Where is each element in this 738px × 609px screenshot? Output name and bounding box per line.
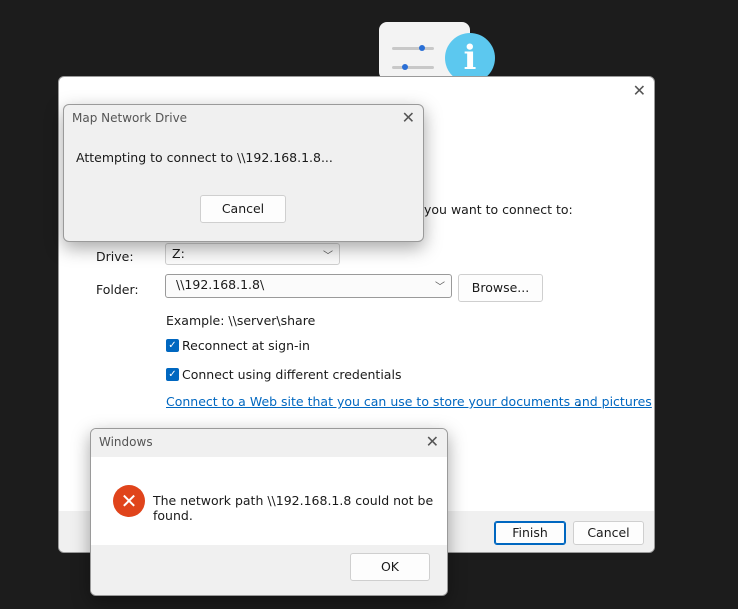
folder-input[interactable]: \\192.168.1.8\ ﹀ (165, 274, 452, 298)
drive-select-value: Z: (172, 246, 185, 261)
error-icon: ✕ (113, 485, 145, 517)
connecting-dialog: Map Network Drive ✕ Attempting to connec… (63, 104, 424, 242)
slider-knob (419, 45, 425, 51)
dialog-button-bar: OK (91, 545, 447, 595)
browse-button[interactable]: Browse... (458, 274, 543, 302)
example-text: Example: \\server\share (166, 313, 316, 328)
dialog-title: Windows (99, 435, 153, 449)
slider-track (392, 66, 434, 69)
cancel-connect-button[interactable]: Cancel (200, 195, 286, 223)
cancel-button[interactable]: Cancel (573, 521, 644, 545)
folder-label: Folder: (96, 282, 139, 297)
reconnect-label[interactable]: Reconnect at sign-in (182, 338, 310, 353)
credentials-label[interactable]: Connect using different credentials (182, 367, 401, 382)
finish-button[interactable]: Finish (494, 521, 566, 545)
chevron-down-icon: ﹀ (323, 251, 333, 262)
error-dialog: Windows ✕ ✕ The network path \\192.168.1… (90, 428, 448, 596)
error-message: The network path \\192.168.1.8 could not… (153, 493, 434, 523)
close-icon[interactable]: ✕ (402, 108, 415, 127)
ok-button[interactable]: OK (350, 553, 430, 581)
wizard-prompt: you want to connect to: (424, 202, 573, 217)
close-icon[interactable]: ✕ (633, 81, 646, 100)
checkmark-icon: ✓ (168, 340, 177, 351)
reconnect-checkbox[interactable]: ✓ (166, 339, 179, 352)
connecting-message: Attempting to connect to \\192.168.1.8..… (76, 150, 333, 165)
credentials-checkbox[interactable]: ✓ (166, 368, 179, 381)
dialog-titlebar: Windows ✕ (91, 429, 447, 457)
slider-knob (402, 64, 408, 70)
slider-track (392, 47, 434, 50)
chevron-down-icon[interactable]: ﹀ (435, 278, 445, 293)
drive-select[interactable]: Z: ﹀ (165, 243, 340, 265)
dialog-title: Map Network Drive (72, 111, 188, 125)
checkmark-icon: ✓ (168, 369, 177, 380)
folder-input-value: \\192.168.1.8\ (176, 277, 265, 292)
drive-label: Drive: (96, 249, 134, 264)
close-icon[interactable]: ✕ (426, 432, 439, 451)
link-period: . (577, 394, 581, 409)
